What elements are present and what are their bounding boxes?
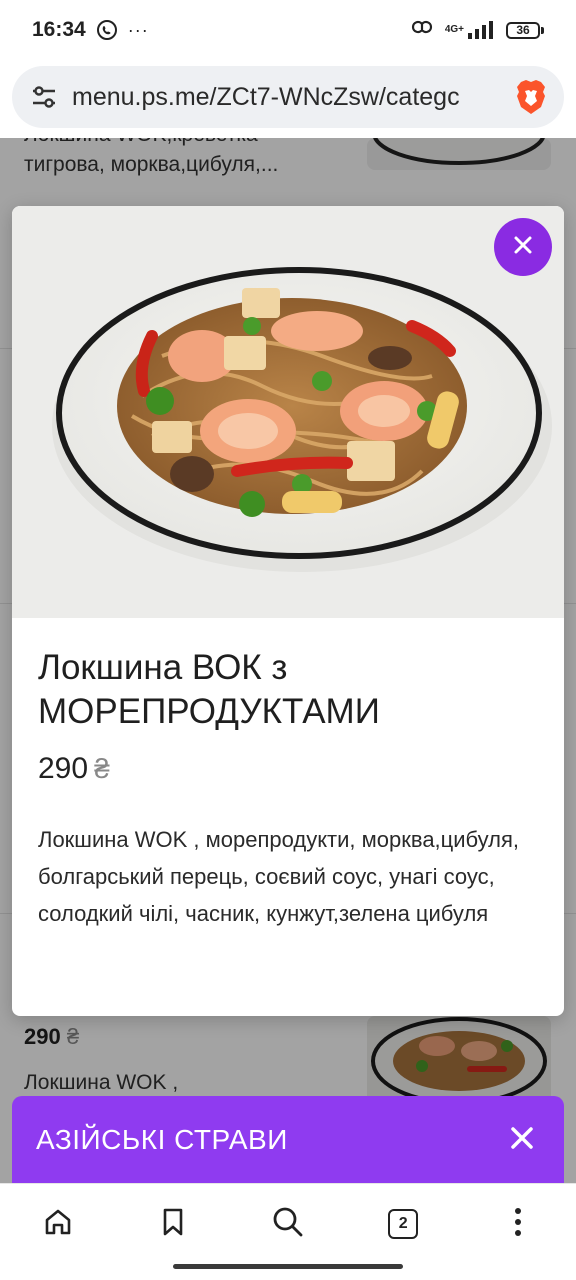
more-menu-button[interactable] — [488, 1202, 548, 1246]
brave-logo-icon[interactable] — [514, 79, 548, 115]
category-label: АЗІЙСЬКІ СТРАВИ — [36, 1124, 288, 1155]
more-menu-icon — [513, 1207, 523, 1242]
price-value: 290 — [38, 752, 89, 785]
status-time: 16:34 — [32, 18, 86, 41]
bookmark-icon — [160, 1207, 186, 1242]
viber-icon — [96, 19, 118, 41]
category-bar[interactable]: АЗІЙСЬКІ СТРАВИ — [12, 1096, 564, 1184]
battery-level: 36 — [506, 21, 540, 39]
product-price: 290 ₴ — [38, 752, 110, 786]
product-description: Локшина WOK , морепродукти, морква,цибул… — [38, 827, 520, 926]
tabs-button[interactable]: 2 — [373, 1202, 433, 1246]
product-title: Локшина ВОК з МОРЕПРОДУКТАМИ — [38, 648, 380, 731]
category-close-button[interactable] — [504, 1122, 540, 1158]
product-image — [12, 206, 564, 618]
search-icon — [272, 1206, 304, 1243]
home-button[interactable] — [28, 1202, 88, 1246]
gesture-bar[interactable] — [173, 1264, 403, 1269]
close-icon — [513, 235, 533, 260]
status-bar: 16:34 ··· 4G+ 36 — [0, 0, 576, 60]
search-button[interactable] — [258, 1202, 318, 1246]
hotspot-icon — [409, 17, 435, 43]
address-bar[interactable]: menu.ps.me/ZCt7-WNcZsw/categc — [12, 66, 564, 128]
product-modal: Локшина ВОК з МОРЕПРОДУКТАМИ 290 ₴ Локшин… — [12, 206, 564, 1016]
currency-symbol: ₴ — [94, 753, 110, 784]
network-type-label: 4G+ — [444, 24, 464, 35]
modal-close-button[interactable] — [494, 218, 552, 276]
url-text[interactable]: menu.ps.me/ZCt7-WNcZsw/categc — [72, 83, 504, 112]
site-settings-icon[interactable] — [30, 83, 58, 111]
notification-dots: ··· — [127, 19, 149, 40]
browser-toolbar: menu.ps.me/ZCt7-WNcZsw/categc — [0, 60, 576, 138]
bookmark-button[interactable] — [143, 1202, 203, 1246]
tabs-icon: 2 — [388, 1209, 419, 1239]
signal-icon: 4G+ — [445, 21, 496, 39]
battery-icon: 36 — [506, 21, 544, 39]
close-icon — [510, 1126, 534, 1155]
home-icon — [43, 1207, 73, 1242]
